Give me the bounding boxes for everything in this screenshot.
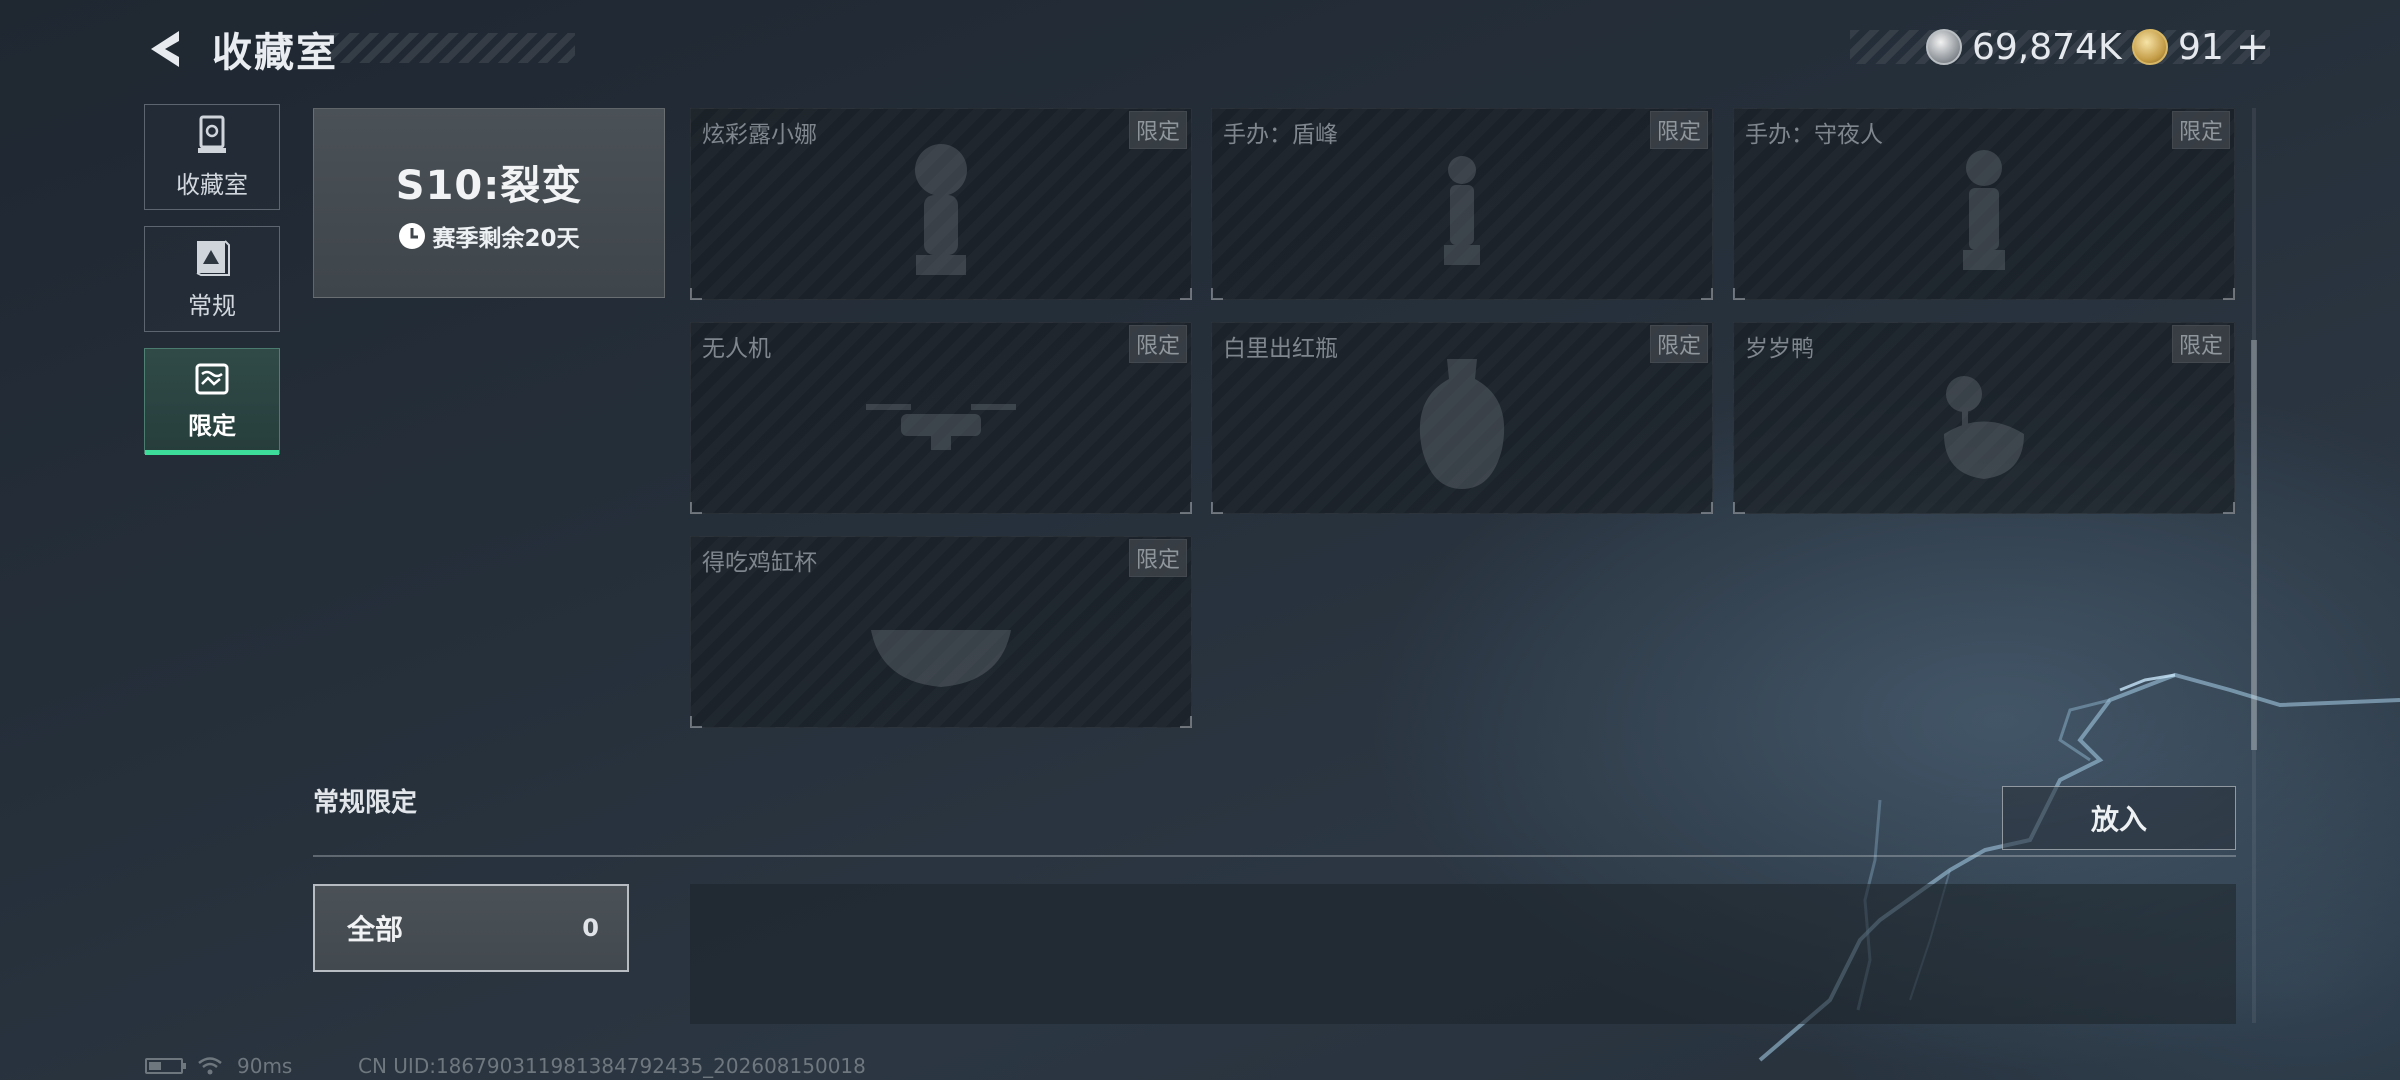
- display-slot-area: [690, 884, 2236, 1024]
- back-button[interactable]: [140, 24, 190, 74]
- back-arrow-icon: [151, 31, 179, 67]
- bowl-icon: [866, 622, 1016, 696]
- limited-tag: 限定: [2171, 111, 2230, 149]
- duck-icon: [1924, 354, 2044, 498]
- season-remaining-text: 赛季剩余20天: [432, 226, 580, 252]
- filter-all-tab[interactable]: 全部 0: [313, 884, 629, 972]
- wifi-icon: [198, 1057, 222, 1075]
- limited-tag: 限定: [1128, 539, 1187, 577]
- figure-icon: [1432, 145, 1492, 279]
- filter-all-count: 0: [582, 914, 599, 942]
- drone-icon: [861, 389, 1021, 463]
- nav-item-limited[interactable]: 限定: [144, 348, 280, 455]
- vase-icon: [1407, 354, 1517, 498]
- season-card[interactable]: S10:裂变 赛季剩余20天: [313, 108, 665, 298]
- silver-coin-icon: [1926, 29, 1962, 65]
- uid-text: CN UID:1867903119813847924​35_2026081500…: [358, 1054, 866, 1078]
- season-remaining: 赛季剩余20天: [398, 219, 580, 253]
- page-title: 收藏室: [212, 30, 338, 76]
- item-name: 手办：守夜人: [1745, 122, 1883, 148]
- gold-coin-icon: [2132, 29, 2168, 65]
- figure-icon: [1949, 140, 2019, 284]
- limited-tag: 限定: [1128, 325, 1187, 363]
- item-name: 无人机: [702, 336, 771, 362]
- add-currency-button[interactable]: +: [2236, 24, 2270, 70]
- section-title: 常规限定: [313, 788, 418, 818]
- battery-icon: [145, 1058, 186, 1074]
- collectible-card[interactable]: 无人机 限定: [690, 322, 1192, 514]
- gold-currency[interactable]: 91 +: [2132, 22, 2269, 72]
- collectible-card[interactable]: 得吃鸡缸杯 限定: [690, 536, 1192, 728]
- picture-frame-icon: [194, 238, 230, 276]
- figure-icon: [896, 135, 986, 289]
- season-title: S10:裂变: [395, 163, 583, 209]
- filter-all-label: 全部: [347, 913, 404, 946]
- limited-gallery-icon: [194, 362, 230, 396]
- collectible-card[interactable]: 白里出红瓶 限定: [1211, 322, 1713, 514]
- title-decoration: [330, 33, 575, 63]
- item-name: 得吃鸡缸杯: [702, 550, 817, 576]
- clock-icon: [399, 223, 426, 249]
- put-in-button[interactable]: 放入: [2002, 786, 2236, 850]
- limited-tag: 限定: [2171, 325, 2230, 363]
- nav-label-collection-room: 收藏室: [176, 170, 248, 199]
- silver-currency-value: 69,874K: [1972, 26, 2122, 68]
- nav-label-regular: 常规: [188, 291, 236, 320]
- limited-tag: 限定: [1649, 325, 1708, 363]
- nav-label-limited: 限定: [188, 411, 236, 440]
- item-name: 炫彩露小娜: [702, 122, 817, 148]
- nav-item-regular[interactable]: 常规: [144, 226, 280, 332]
- item-name: 白里出红瓶: [1223, 336, 1338, 362]
- collectible-card[interactable]: 炫彩露小娜 限定: [690, 108, 1192, 300]
- trophy-case-icon: [195, 115, 229, 155]
- silver-currency: 69,874K: [1926, 22, 2122, 72]
- limited-tag: 限定: [1649, 111, 1708, 149]
- collectible-card[interactable]: 岁岁鸭 限定: [1733, 322, 2235, 514]
- section-divider: [313, 855, 2236, 857]
- item-name: 岁岁鸭: [1745, 336, 1814, 362]
- collectible-card[interactable]: 手办：守夜人 限定: [1733, 108, 2235, 300]
- gold-currency-value: 91: [2178, 26, 2224, 68]
- item-name: 手办：盾峰: [1223, 122, 1338, 148]
- collectible-card[interactable]: 手办：盾峰 限定: [1211, 108, 1713, 300]
- ping-value: 90ms: [237, 1054, 293, 1078]
- limited-tag: 限定: [1128, 111, 1187, 149]
- status-bar: 90ms: [145, 1054, 292, 1078]
- nav-item-collection-room[interactable]: 收藏室: [144, 104, 280, 210]
- scrollbar-thumb[interactable]: [2251, 340, 2257, 750]
